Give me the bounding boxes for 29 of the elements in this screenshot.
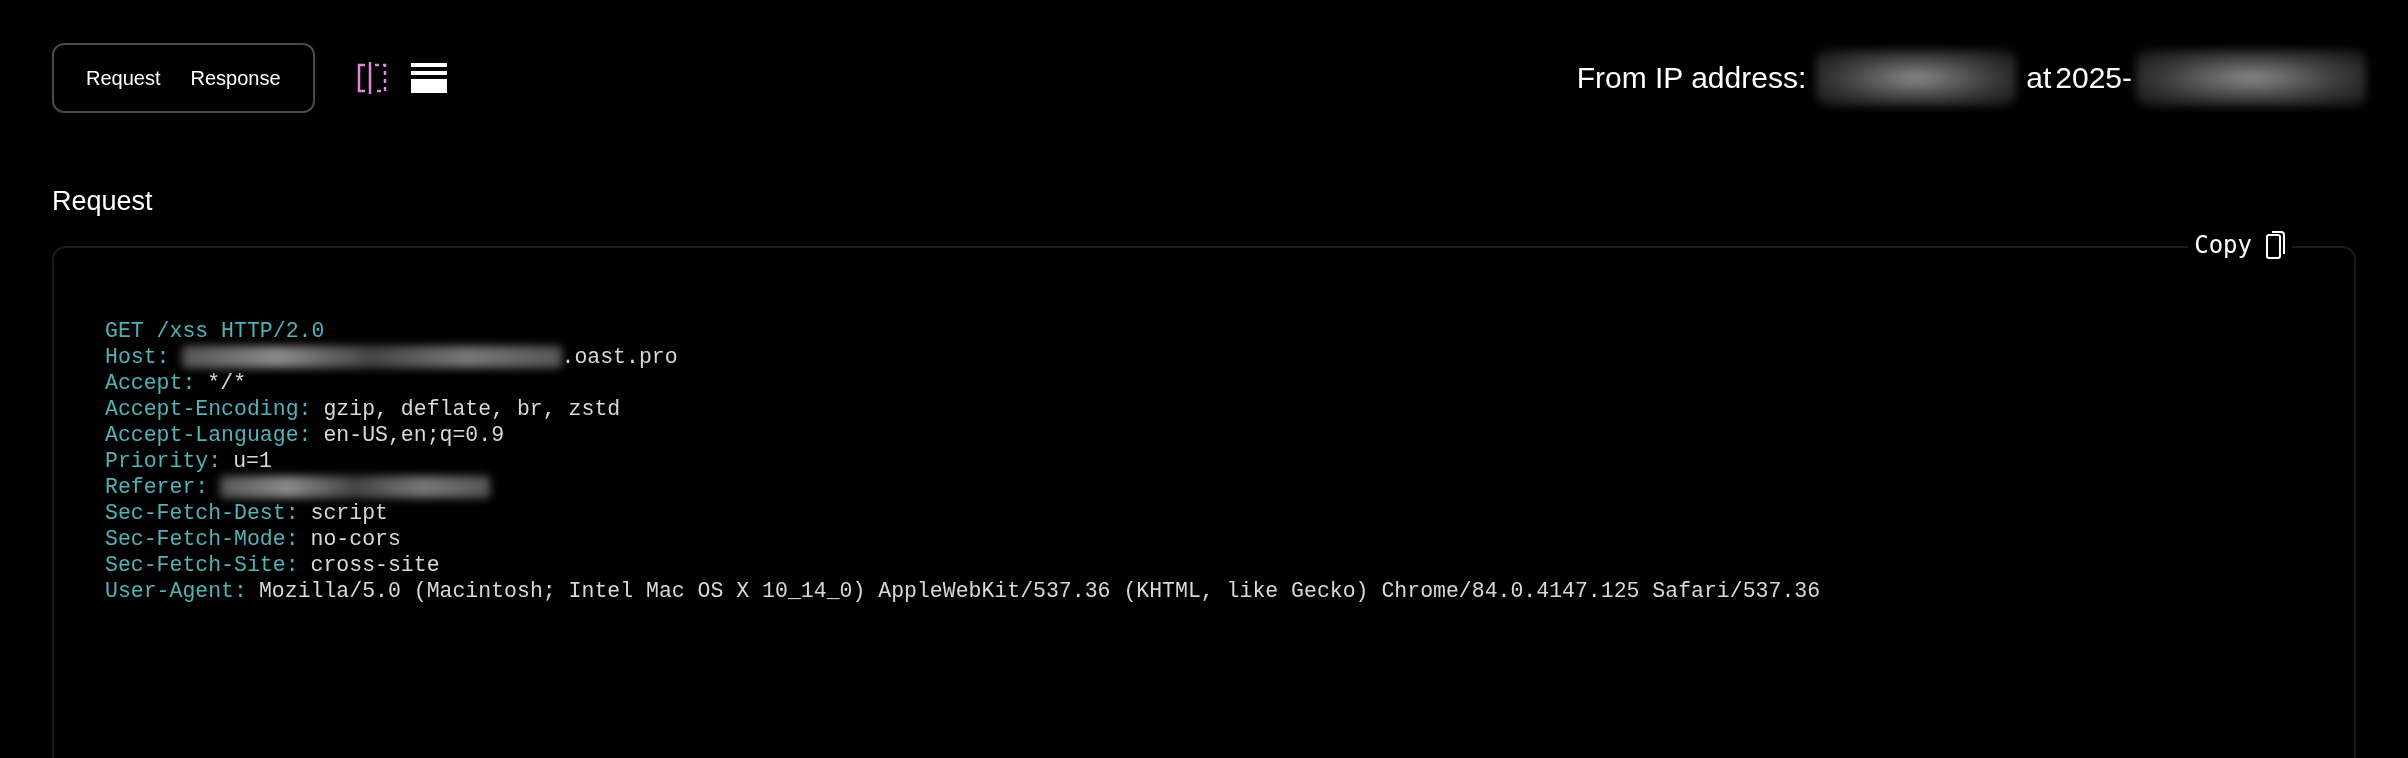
view-tab[interactable]: Response — [180, 60, 291, 96]
header-name: Sec-Fetch-Site: — [105, 552, 299, 578]
header-name: Referer: — [105, 474, 209, 500]
header-name: Accept: — [105, 370, 196, 396]
header-value: cross-site — [310, 552, 440, 578]
header-value: .oast.pro — [561, 344, 678, 370]
copy-icon — [2266, 230, 2286, 260]
header-value: */* — [207, 370, 247, 396]
section-title: Request — [52, 186, 154, 218]
header-value: u=1 — [233, 448, 272, 474]
timestamp: 2025- — [2055, 61, 2132, 95]
header-value: no-cors — [310, 526, 401, 552]
copy-button[interactable]: Copy — [2188, 228, 2292, 262]
header-name: User-Agent: — [105, 578, 247, 604]
header-value: script — [310, 500, 388, 526]
header-name: Accept-Language: — [105, 422, 312, 448]
header-name: Host: — [105, 344, 170, 370]
header-value: en-US,en;q=0.9 — [323, 422, 505, 448]
header-name: Accept-Encoding: — [105, 396, 312, 422]
at-label: at — [2026, 61, 2052, 95]
header-value: Mozilla/5.0 (Macintosh; Intel Mac OS X 10_14_0) AppleWebKit/537.36 (KHTML, like Gecko) Chrome/84.0.4147.125 Safari/537.36 — [258, 578, 1821, 604]
view-tab[interactable]: Request — [76, 60, 171, 96]
request-line: GET /xss HTTP/2.0 — [105, 318, 325, 344]
header-value: gzip, deflate, br, zstd — [323, 396, 621, 422]
header-name: Sec-Fetch-Mode: — [105, 526, 299, 552]
stacked-view-icon[interactable] — [410, 63, 447, 93]
header-name: Sec-Fetch-Dest: — [105, 500, 299, 526]
ip-label: From IP address: — [1576, 61, 1807, 95]
header-name: Priority: — [105, 448, 222, 474]
